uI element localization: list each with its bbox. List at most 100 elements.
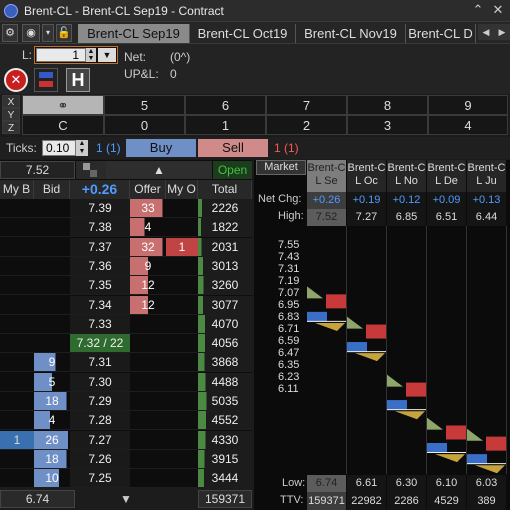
price-cell[interactable]: 7.39 xyxy=(70,199,130,218)
qty-preset[interactable]: 9 xyxy=(428,95,508,115)
qty-input[interactable]: 1 xyxy=(36,48,86,62)
total-cell[interactable]: 5035 xyxy=(198,392,252,411)
price-cell[interactable]: 7.25 xyxy=(70,469,130,489)
offer-cell[interactable] xyxy=(130,449,166,469)
my-bid-cell[interactable] xyxy=(0,295,34,315)
my-bid-cell[interactable]: 1 xyxy=(0,430,34,450)
offer-cell[interactable]: 33 xyxy=(130,199,166,218)
contract-header[interactable]: Brent-CL De xyxy=(427,160,466,192)
bid-cell[interactable] xyxy=(34,237,70,257)
scroll-up-icon[interactable]: ▲ xyxy=(106,161,212,179)
price-cell[interactable]: 7.36 xyxy=(70,256,130,276)
my-offer-cell[interactable]: 1 xyxy=(166,237,198,257)
row-z-label[interactable]: Z xyxy=(2,121,20,134)
qty-preset[interactable]: 5 xyxy=(104,95,185,115)
bid-cell[interactable]: 9 xyxy=(34,353,70,373)
hedge-button[interactable]: H xyxy=(66,68,90,92)
price-cell[interactable]: 7.28 xyxy=(70,411,130,431)
bid-cell[interactable]: 5 xyxy=(34,372,70,392)
my-offer-cell[interactable] xyxy=(166,276,198,296)
price-cell[interactable]: 7.31 xyxy=(70,353,130,373)
price-cell[interactable]: 7.29 xyxy=(70,392,130,411)
qty-preset[interactable]: 7 xyxy=(266,95,347,115)
total-cell[interactable]: 3260 xyxy=(198,276,252,296)
total-cell[interactable]: 4488 xyxy=(198,372,252,392)
tab-sep19[interactable]: Brent-CL Sep19 xyxy=(78,24,190,43)
my-bid-cell[interactable] xyxy=(0,256,34,276)
link-icon[interactable]: ◉ xyxy=(22,24,40,42)
scroll-down-icon[interactable]: ▼ xyxy=(76,490,176,508)
bid-cell[interactable] xyxy=(34,314,70,334)
offer-cell[interactable]: 32 xyxy=(130,237,166,257)
qty-preset[interactable]: 6 xyxy=(185,95,266,115)
offer-cell[interactable] xyxy=(130,353,166,373)
qty-preset[interactable]: 0 xyxy=(104,115,185,135)
offer-cell[interactable]: 12 xyxy=(130,276,166,296)
tab-oct19[interactable]: Brent-CL Oct19 xyxy=(190,24,296,43)
my-bid-cell[interactable] xyxy=(0,392,34,411)
total-cell[interactable]: 4056 xyxy=(198,334,252,354)
row-x-label[interactable]: X xyxy=(2,95,20,108)
my-bid-cell[interactable] xyxy=(0,199,34,218)
offer-cell[interactable]: 9 xyxy=(130,256,166,276)
my-bid-cell[interactable] xyxy=(0,449,34,469)
offer-cell[interactable] xyxy=(130,392,166,411)
my-bid-cell[interactable] xyxy=(0,276,34,296)
total-cell[interactable]: 3077 xyxy=(198,295,252,315)
flatten-icon[interactable] xyxy=(34,68,58,92)
my-offer-cell[interactable] xyxy=(166,449,198,469)
my-offer-cell[interactable] xyxy=(166,334,198,354)
offer-cell[interactable] xyxy=(130,314,166,334)
total-cell[interactable]: 3915 xyxy=(198,449,252,469)
qty-preset[interactable]: 3 xyxy=(347,115,428,135)
my-offer-cell[interactable] xyxy=(166,430,198,450)
my-offer-cell[interactable] xyxy=(166,353,198,373)
bid-cell[interactable] xyxy=(34,218,70,238)
price-cell[interactable]: 7.38 xyxy=(70,218,130,238)
bid-cell[interactable] xyxy=(34,334,70,354)
dropdown-icon[interactable]: ▾ xyxy=(42,24,54,42)
my-offer-cell[interactable] xyxy=(166,372,198,392)
qty-preset[interactable]: 4 xyxy=(428,115,508,135)
my-bid-cell[interactable] xyxy=(0,353,34,373)
contract-header[interactable]: Brent-CL Se xyxy=(307,160,346,192)
offer-cell[interactable]: 4 xyxy=(130,218,166,238)
qty-preset[interactable]: 1 xyxy=(185,115,266,135)
my-bid-cell[interactable] xyxy=(0,218,34,238)
contract-header[interactable]: Brent-CL Ju xyxy=(467,160,506,192)
sell-button[interactable]: Sell xyxy=(198,139,268,157)
close-icon[interactable]: ✕ xyxy=(490,2,506,18)
total-cell[interactable]: 3013 xyxy=(198,256,252,276)
row-y-label[interactable]: Y xyxy=(2,108,20,121)
price-cell[interactable]: 7.35 xyxy=(70,276,130,296)
my-offer-cell[interactable] xyxy=(166,218,198,238)
my-bid-cell[interactable] xyxy=(0,411,34,431)
total-cell[interactable]: 3444 xyxy=(198,469,252,489)
bid-cell[interactable]: 10 xyxy=(34,469,70,489)
my-bid-cell[interactable] xyxy=(0,314,34,334)
lock-icon[interactable]: 🔓 xyxy=(56,24,72,42)
my-offer-cell[interactable] xyxy=(166,295,198,315)
my-offer-cell[interactable] xyxy=(166,199,198,218)
tab-nov19[interactable]: Brent-CL Nov19 xyxy=(296,24,406,43)
bid-cell[interactable]: 18 xyxy=(34,392,70,411)
recenter-icon[interactable] xyxy=(76,161,106,179)
offer-cell[interactable] xyxy=(130,372,166,392)
bid-cell[interactable] xyxy=(34,295,70,315)
my-offer-cell[interactable] xyxy=(166,314,198,334)
price-cell[interactable]: 7.27 xyxy=(70,430,130,450)
price-cell[interactable]: 7.32 / 22 xyxy=(70,334,130,354)
contract-header[interactable]: Brent-CL Oc xyxy=(347,160,386,192)
ticks-input[interactable]: 0.10 xyxy=(42,140,76,156)
bid-cell[interactable]: 4 xyxy=(34,411,70,431)
total-cell[interactable]: 4330 xyxy=(198,430,252,450)
bid-cell[interactable] xyxy=(34,199,70,218)
qty-preset[interactable]: 8 xyxy=(347,95,428,115)
price-cell[interactable]: 7.33 xyxy=(70,314,130,334)
pin-icon[interactable]: ⌃ xyxy=(470,2,486,18)
qty-stepper[interactable]: ▲ ▼ xyxy=(86,48,96,62)
qty-preset[interactable]: 2 xyxy=(266,115,347,135)
total-cell[interactable]: 1822 xyxy=(198,218,252,238)
bid-cell[interactable] xyxy=(34,256,70,276)
total-cell[interactable]: 2031 xyxy=(198,237,252,257)
